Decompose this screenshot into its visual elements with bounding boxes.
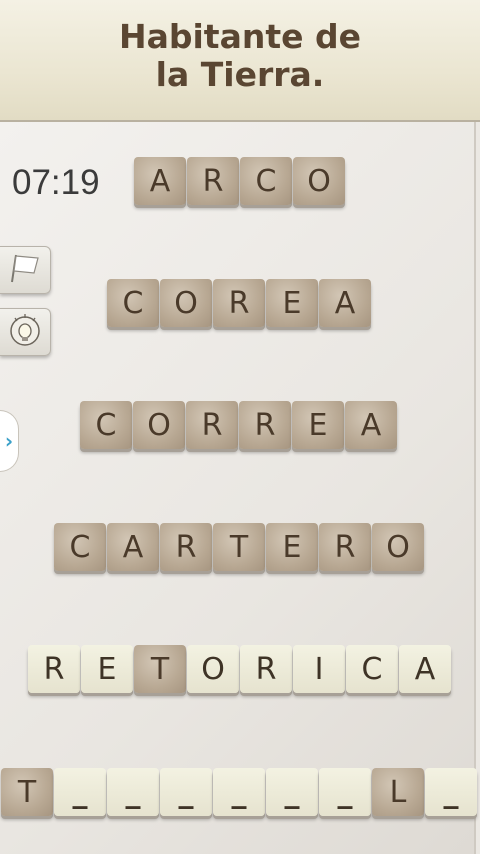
letter-tile[interactable]: O (293, 157, 345, 205)
letter-tile[interactable]: C (240, 157, 292, 205)
letter-tile[interactable]: _ (160, 768, 212, 816)
letter-tile[interactable]: _ (107, 768, 159, 816)
letter-tile[interactable]: _ (266, 768, 318, 816)
letter-tile[interactable]: C (346, 645, 398, 693)
letter-tile[interactable]: R (239, 401, 291, 449)
clue-line-2: la Tierra. (155, 55, 325, 94)
letter-tile[interactable]: R (160, 523, 212, 571)
letter-tile[interactable]: A (107, 523, 159, 571)
letter-tile[interactable]: O (133, 401, 185, 449)
clue-header: Habitante de la Tierra. (0, 0, 480, 122)
letter-tile[interactable]: L (372, 768, 424, 816)
word-row-5: RETORICA (28, 645, 451, 693)
word-row-3: CORREA (80, 401, 397, 449)
letter-tile[interactable]: I (293, 645, 345, 693)
word-row-4: CARTERO (54, 523, 424, 571)
letter-tile[interactable]: E (266, 279, 318, 327)
letter-tile[interactable]: C (80, 401, 132, 449)
letter-tile[interactable]: O (372, 523, 424, 571)
hint-button[interactable] (0, 308, 51, 356)
letter-tile[interactable]: R (187, 157, 239, 205)
letter-tile[interactable]: _ (425, 768, 477, 816)
letter-tile[interactable]: T (213, 523, 265, 571)
letter-tile[interactable]: A (345, 401, 397, 449)
flag-icon (8, 251, 42, 289)
letter-tile[interactable]: R (186, 401, 238, 449)
letter-tile[interactable]: A (399, 645, 451, 693)
letter-tile[interactable]: E (81, 645, 133, 693)
letter-tile[interactable]: R (319, 523, 371, 571)
letter-tile[interactable]: R (213, 279, 265, 327)
letter-tile[interactable]: C (54, 523, 106, 571)
letter-tile[interactable]: _ (54, 768, 106, 816)
letter-tile[interactable]: E (292, 401, 344, 449)
letter-tile[interactable]: T (1, 768, 53, 816)
letter-tile[interactable]: A (319, 279, 371, 327)
word-row-2: COREA (107, 279, 371, 327)
letter-tile[interactable]: _ (213, 768, 265, 816)
letter-tile[interactable]: E (266, 523, 318, 571)
word-row-1: ARCO (134, 157, 345, 205)
clue-line-1: Habitante de (118, 17, 361, 56)
letter-tile[interactable]: R (240, 645, 292, 693)
letter-tile[interactable]: R (28, 645, 80, 693)
letter-tile[interactable]: T (134, 645, 186, 693)
clue-text: Habitante de la Tierra. (0, 0, 480, 94)
chevron-right-icon: › (4, 429, 14, 453)
expand-panel-tab[interactable]: › (0, 410, 19, 472)
lightbulb-icon (7, 312, 43, 352)
letter-tile[interactable]: O (187, 645, 239, 693)
letter-tile[interactable]: O (160, 279, 212, 327)
game-board (0, 122, 476, 854)
letter-tile[interactable]: _ (319, 768, 371, 816)
word-row-6-input: T _ _ _ _ _ _ L _ (1, 768, 477, 816)
letter-tile[interactable]: C (107, 279, 159, 327)
flag-button[interactable] (0, 246, 51, 294)
letter-tile[interactable]: A (134, 157, 186, 205)
timer: 07:19 (12, 163, 100, 202)
